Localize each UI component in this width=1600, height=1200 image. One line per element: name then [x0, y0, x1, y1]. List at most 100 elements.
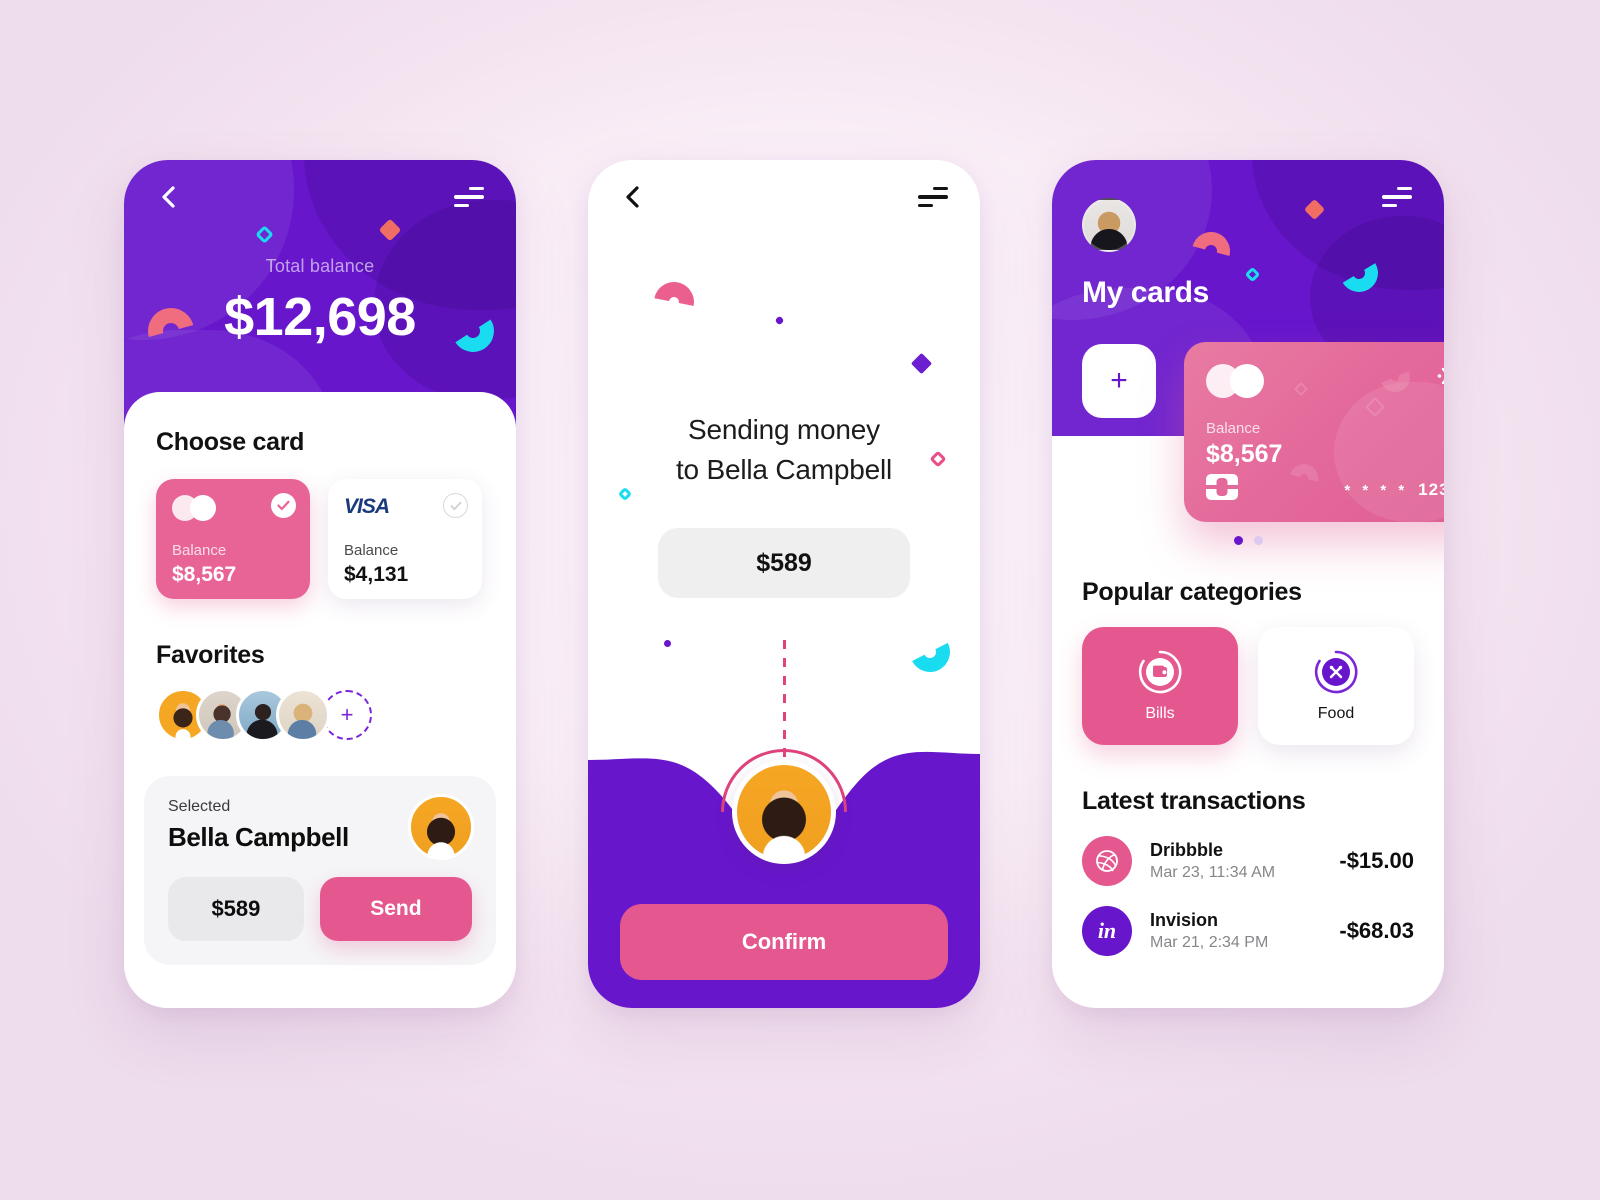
card-balance-amount: $4,131 [344, 563, 409, 586]
decorative-arc [1284, 458, 1324, 498]
phone-screen-choose-card: Total balance $12,698 Choose card Balanc… [124, 160, 516, 1008]
menu-line [454, 203, 469, 207]
send-button[interactable]: Send [319, 877, 472, 941]
user-avatar[interactable] [1082, 198, 1136, 252]
dribbble-icon [1082, 836, 1132, 886]
phone1-topbar [124, 160, 516, 234]
decorative-arc [646, 274, 702, 330]
card-selected-check[interactable] [271, 493, 296, 518]
mastercard-icon [1206, 364, 1264, 398]
bank-card[interactable]: Balance $8,567 * * * * 1237 [1184, 342, 1444, 522]
transaction-info: Dribbble Mar 23, 11:34 AM [1150, 840, 1339, 882]
chip-icon [1206, 474, 1238, 500]
phone-screen-sending: Sending money to Bella Campbell $589 Con… [588, 160, 980, 1008]
category-label: Bills [1145, 705, 1175, 722]
card-balance-amount: $8,567 [1206, 440, 1283, 468]
transaction-name: Dribbble [1150, 840, 1224, 860]
transaction-date: Mar 21, 2:34 PM [1150, 934, 1269, 951]
decorative-diamond [910, 352, 933, 375]
decorative-diamond [1244, 266, 1261, 283]
transaction-info: Invision Mar 21, 2:34 PM [1150, 910, 1339, 952]
sending-amount[interactable]: $589 [658, 528, 910, 598]
card-list: Balance $8,567 VISA Balance $4,131 [156, 479, 484, 599]
favorite-avatar[interactable] [276, 688, 330, 742]
menu-line [918, 203, 933, 207]
recipient-avatar [732, 760, 836, 864]
contactless-icon [1437, 367, 1444, 385]
menu-line [933, 187, 948, 191]
page-title: My cards [1082, 276, 1209, 309]
transaction-amount: -$15.00 [1339, 848, 1414, 873]
sending-heading-line1: Sending money [688, 414, 880, 445]
chevron-left-icon [162, 186, 175, 208]
choose-card-title: Choose card [156, 428, 305, 456]
card-option-mastercard[interactable]: Balance $8,567 [156, 479, 310, 599]
chevron-left-icon [626, 186, 639, 208]
card-number-mask: * * * * [1344, 481, 1409, 499]
visa-icon: VISA [344, 495, 390, 519]
transfer-dashed-line [783, 640, 786, 758]
menu-line [469, 187, 484, 191]
card-number: * * * * 1237 [1344, 480, 1444, 500]
phone-screen-my-cards: My cards + Balance $8,567 * * * * 12 Pop… [1052, 160, 1444, 1008]
cutlery-icon [1314, 650, 1358, 694]
pager-dot-active[interactable] [1233, 536, 1243, 545]
my-cards-body: Popular categories Bills Food Latest tra… [1082, 578, 1414, 956]
menu-button[interactable] [1382, 187, 1412, 207]
transaction-name: Invision [1150, 910, 1219, 930]
card-option-visa[interactable]: VISA Balance $4,131 [328, 479, 482, 599]
category-bills[interactable]: Bills [1082, 627, 1238, 745]
back-button[interactable] [620, 184, 646, 210]
pager-dot[interactable] [1253, 536, 1263, 545]
mastercard-icon [172, 495, 218, 521]
card-balance-amount: $8,567 [172, 563, 237, 586]
card-unselected-check[interactable] [443, 493, 468, 518]
card-balance-label: Balance [344, 542, 399, 559]
menu-line [454, 195, 484, 199]
invision-icon: in [1082, 906, 1132, 956]
favorites-title: Favorites [156, 641, 265, 669]
check-icon [450, 501, 461, 510]
selected-recipient-avatar [408, 794, 474, 860]
card-pager [1052, 536, 1444, 545]
menu-line [1397, 187, 1412, 191]
latest-transactions-title: Latest transactions [1082, 787, 1306, 815]
selected-recipient-panel: Selected Bella Campbell $589 Send [144, 776, 496, 965]
send-actions: $589 Send [168, 877, 472, 941]
phone2-topbar [588, 160, 980, 234]
menu-line [1382, 203, 1397, 207]
decorative-dot [664, 640, 671, 647]
card-number-last4: 1237 [1418, 480, 1444, 499]
favorites-list: + [156, 688, 484, 742]
menu-line [1382, 195, 1412, 199]
sending-heading: Sending money to Bella Campbell [588, 410, 980, 490]
menu-button[interactable] [454, 187, 484, 207]
transaction-amount: -$68.03 [1339, 918, 1414, 943]
transaction-row[interactable]: Dribbble Mar 23, 11:34 AM -$15.00 [1082, 836, 1414, 886]
sending-heading-line2: to Bella Campbell [675, 453, 893, 485]
back-button[interactable] [156, 184, 182, 210]
category-list: Bills Food [1082, 627, 1414, 745]
confirm-button[interactable]: Confirm [620, 904, 948, 980]
popular-categories-title: Popular categories [1082, 578, 1302, 606]
wallet-icon [1138, 650, 1182, 694]
menu-button[interactable] [918, 187, 948, 207]
category-food[interactable]: Food [1258, 627, 1414, 745]
total-balance-value: $12,698 [224, 287, 416, 347]
bank-card-surface: Balance $8,567 * * * * 1237 [1184, 342, 1444, 522]
decorative-blob [1334, 382, 1444, 522]
visa-wordmark: VISA [344, 495, 390, 518]
card-balance-label: Balance [172, 542, 227, 559]
transaction-date: Mar 23, 11:34 AM [1150, 864, 1276, 881]
transaction-row[interactable]: in Invision Mar 21, 2:34 PM -$68.03 [1082, 906, 1414, 956]
total-balance-label: Total balance [265, 256, 375, 276]
category-label: Food [1317, 705, 1355, 722]
menu-line [918, 195, 948, 199]
amount-input[interactable]: $589 [168, 877, 304, 941]
decorative-diamond [1293, 381, 1309, 397]
choose-card-sheet: Choose card Balance $8,567 VISA Balance … [124, 392, 516, 1008]
check-icon [277, 500, 290, 511]
decorative-diamond [774, 315, 785, 326]
card-balance-label: Balance [1206, 420, 1261, 437]
add-card-button[interactable]: + [1082, 344, 1156, 418]
